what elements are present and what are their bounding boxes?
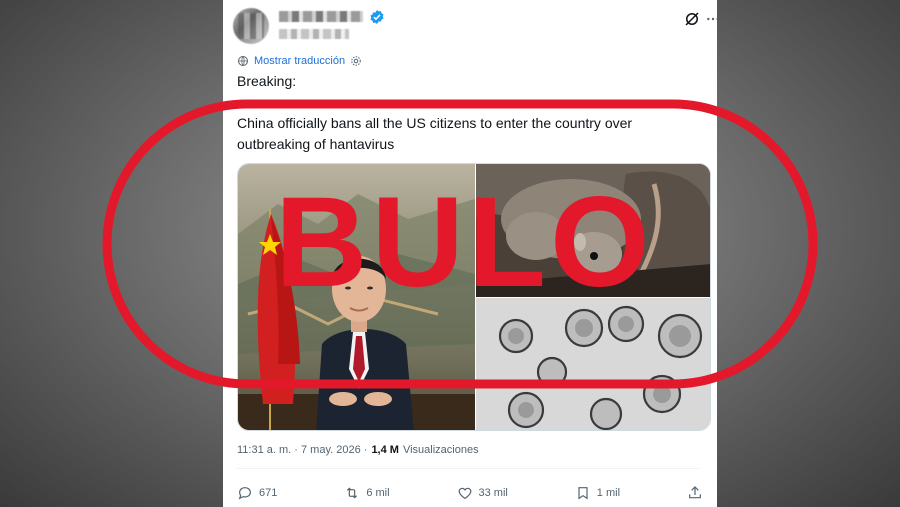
translate-settings-icon[interactable] — [350, 55, 362, 67]
tweet-header — [233, 6, 717, 46]
views-count: 1,4 M — [371, 444, 399, 456]
reply-count: 671 — [259, 487, 278, 499]
like-button[interactable]: 33 mil — [457, 485, 508, 501]
share-button[interactable] — [687, 485, 703, 501]
tweet-card: Mostrar traducción Breaking: China offic… — [223, 0, 717, 507]
like-count: 33 mil — [478, 487, 508, 499]
translate-globe-icon — [238, 56, 248, 66]
views-label: Visualizaciones — [402, 444, 479, 456]
divider — [237, 468, 699, 469]
repost-icon — [347, 487, 358, 499]
more-icon[interactable] — [705, 10, 717, 28]
verified-badge-icon — [370, 10, 384, 24]
like-icon — [458, 487, 471, 500]
speaker-photo — [238, 164, 475, 430]
tweet-text-line1: Breaking: — [237, 73, 297, 89]
repost-count: 6 mil — [366, 487, 390, 499]
virus-micrograph — [476, 298, 710, 430]
translate-link[interactable]: Mostrar traducción — [254, 55, 345, 67]
media-image-rodent[interactable] — [476, 164, 710, 297]
bookmark-button[interactable]: 1 mil — [575, 485, 620, 501]
media-image-virus[interactable] — [476, 298, 710, 430]
media-grid — [237, 163, 711, 431]
tweet-text-body: China officially bans all the US citizen… — [237, 115, 633, 152]
repost-button[interactable]: 6 mil — [344, 485, 390, 501]
reply-icon — [238, 487, 251, 500]
display-name-blurred[interactable] — [279, 11, 363, 22]
media-image-speaker[interactable] — [238, 164, 475, 430]
action-bar: 671 6 mil 33 mil 1 mil — [237, 484, 703, 502]
bookmark-count: 1 mil — [596, 487, 621, 499]
rodent-photo — [476, 164, 710, 297]
grok-icon[interactable] — [683, 10, 701, 28]
timestamp[interactable]: 11:31 a. m. · 7 may. 2026 · — [237, 444, 367, 456]
handle-blurred[interactable] — [279, 29, 349, 39]
bookmark-icon — [578, 487, 588, 500]
reply-button[interactable]: 671 — [237, 485, 277, 501]
translate-row: Mostrar traducción — [237, 54, 362, 68]
share-icon — [689, 486, 701, 499]
avatar[interactable] — [233, 8, 269, 44]
tweet-meta: 11:31 a. m. · 7 may. 2026 · 1,4 M Visual… — [237, 444, 479, 456]
